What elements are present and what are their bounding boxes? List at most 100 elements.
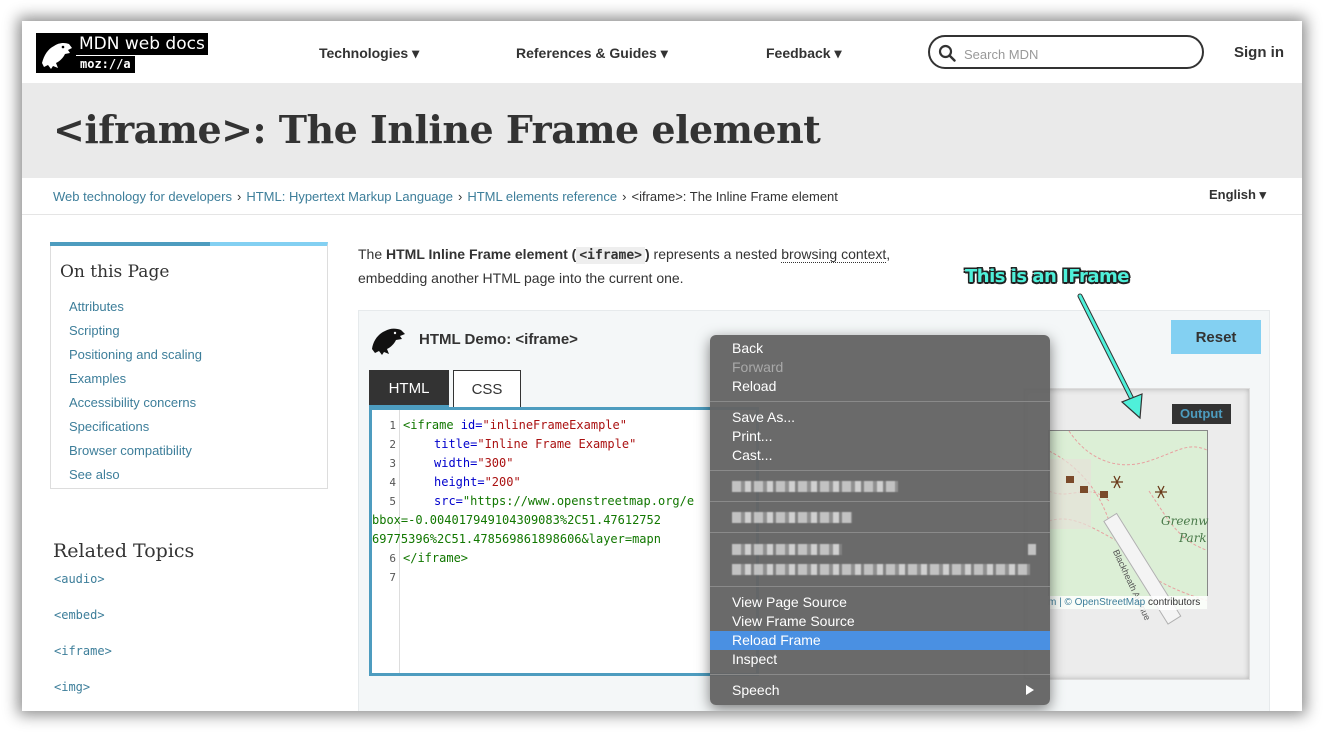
iframe-annotation: This is an IFrame — [965, 266, 1129, 287]
menu-item-blurred[interactable] — [732, 564, 1030, 575]
breadcrumb: Web technology for developers › HTML: Hype… — [53, 189, 838, 204]
related-item-iframe[interactable]: <iframe> — [54, 644, 112, 680]
breadcrumb-link-html[interactable]: HTML: Hypertext Markup Language — [246, 189, 453, 204]
code-line: 5 src="https://www.openstreetmap.org/e — [372, 492, 694, 511]
breadcrumb-separator: › — [457, 189, 463, 204]
code-token: 69775396%2C51.478569861898606&layer=mapn — [372, 532, 661, 546]
related-item-audio[interactable]: <audio> — [54, 572, 112, 608]
toc-item-browser-compat[interactable]: Browser compatibility — [69, 442, 202, 466]
code-line: 6 </iframe> — [372, 549, 694, 568]
breadcrumb-bar: Web technology for developers › HTML: Hype… — [22, 178, 1302, 215]
intro-bold: HTML Inline Frame element ( — [386, 246, 577, 262]
related-topics-heading: Related Topics — [53, 540, 195, 562]
menu-item-save-as[interactable]: Save As... — [710, 408, 1050, 427]
intro-paragraph: The HTML Inline Frame element (<iframe>)… — [358, 243, 918, 290]
menu-separator — [710, 532, 1050, 533]
breadcrumb-separator: › — [236, 189, 242, 204]
toc-item-attributes[interactable]: Attributes — [69, 298, 202, 322]
menu-item-blurred[interactable] — [732, 544, 842, 555]
tab-css[interactable]: CSS — [453, 370, 521, 408]
intro-text: The — [358, 246, 387, 262]
menu-item-reload-frame[interactable]: Reload Frame — [710, 631, 1050, 650]
nav-technologies[interactable]: Technologies ▾ — [319, 45, 419, 62]
dinosaur-logo-icon — [36, 33, 76, 73]
toc-item-specifications[interactable]: Specifications — [69, 418, 202, 442]
menu-item-blurred[interactable] — [732, 481, 898, 492]
menu-item-back[interactable]: Back — [710, 339, 1050, 358]
line-number: 3 — [389, 457, 396, 470]
code-line: 3 width="300" — [372, 454, 694, 473]
breadcrumb-link-web-tech[interactable]: Web technology for developers — [53, 189, 232, 204]
map-park-label: Greenw — [1161, 514, 1209, 528]
code-token: id= — [453, 418, 483, 432]
code-token: <iframe — [403, 418, 454, 432]
menu-item-view-page-source[interactable]: View Page Source — [710, 593, 1050, 612]
sign-in-link[interactable]: Sign in — [1234, 44, 1284, 61]
browsing-context-link[interactable]: browsing context — [781, 246, 887, 263]
menu-separator — [710, 470, 1050, 471]
line-number: 1 — [389, 419, 396, 432]
intro-text: represents a nested — [649, 246, 782, 262]
breadcrumb-link-elements-ref[interactable]: HTML elements reference — [467, 189, 617, 204]
mdn-page: MDN web docs moz://a Technologies ▾ Refe… — [22, 21, 1302, 711]
related-topics-list: <audio> <embed> <iframe> <img> — [54, 572, 112, 711]
code-line: 7 — [372, 568, 694, 587]
tab-html[interactable]: HTML — [369, 370, 449, 408]
menu-item-reload[interactable]: Reload — [710, 377, 1050, 396]
toc-item-scripting[interactable]: Scripting — [69, 322, 202, 346]
code-token: width= — [434, 456, 478, 470]
line-number: 2 — [389, 438, 396, 451]
line-number: 4 — [389, 476, 396, 489]
mdn-logo[interactable]: MDN web docs moz://a — [36, 33, 216, 73]
annotation-arrow-icon — [1077, 293, 1143, 420]
menu-separator — [710, 586, 1050, 587]
toc-item-examples[interactable]: Examples — [69, 370, 202, 394]
menu-item-speech[interactable]: Speech — [710, 681, 1050, 700]
dinosaur-icon — [372, 328, 405, 355]
menu-item-view-frame-source[interactable]: View Frame Source — [710, 612, 1050, 631]
search-input[interactable] — [962, 43, 1196, 65]
code-token: </iframe> — [403, 551, 469, 565]
language-selector[interactable]: English ▾ — [1209, 187, 1266, 203]
menu-separator — [710, 401, 1050, 402]
toc-heading: On this Page — [60, 262, 170, 282]
code-token: bbox=-0.004017949104309083%2C51.47612752 — [372, 513, 661, 527]
openstreetmap-link[interactable]: OpenStreetMap — [1075, 597, 1146, 608]
toc-item-accessibility[interactable]: Accessibility concerns — [69, 394, 202, 418]
context-menu: Back Forward Reload Save As... Print... … — [710, 335, 1050, 705]
search-icon — [938, 44, 956, 62]
reset-button[interactable]: Reset — [1171, 320, 1261, 354]
code-editor[interactable]: 1 <iframe id="inlineFrameExample" 2 title=… — [369, 407, 759, 676]
nav-feedback[interactable]: Feedback ▾ — [766, 45, 842, 62]
code-line: 1 <iframe id="inlineFrameExample" — [372, 416, 694, 435]
code-token: height= — [434, 475, 485, 489]
menu-separator — [710, 501, 1050, 502]
related-item-embed[interactable]: <embed> — [54, 608, 112, 644]
submenu-arrow-icon — [1026, 685, 1034, 695]
intro-text: embedding another HTML page into the cur… — [358, 270, 684, 286]
code-token: "Inline Frame Example" — [477, 437, 637, 451]
code-line: bbox=-0.004017949104309083%2C51.47612752 — [372, 511, 694, 530]
menu-item-blurred — [1028, 544, 1036, 555]
menu-item-inspect[interactable]: Inspect — [710, 650, 1050, 669]
toc-item-see-also[interactable]: See also — [69, 466, 202, 490]
nav-references-guides[interactable]: References & Guides ▾ — [516, 45, 668, 62]
intro-text: , — [886, 246, 891, 262]
code-lines: 1 <iframe id="inlineFrameExample" 2 title=… — [372, 416, 694, 587]
on-this-page-box: On this Page Attributes Scripting Positi… — [50, 242, 328, 489]
menu-item-cast[interactable]: Cast... — [710, 446, 1050, 465]
menu-item-forward: Forward — [732, 359, 784, 375]
code-token: src= — [434, 494, 463, 508]
related-item-img[interactable]: <img> — [54, 680, 112, 711]
page-title: <iframe>: The Inline Frame element — [53, 107, 821, 152]
map-attribution-text: contributors — [1145, 597, 1201, 608]
search-box[interactable] — [928, 35, 1204, 69]
toc-list: Attributes Scripting Positioning and sca… — [69, 298, 202, 490]
menu-item-blurred[interactable] — [732, 512, 852, 523]
site-header: MDN web docs moz://a Technologies ▾ Refe… — [22, 21, 1302, 84]
code-token: "inlineFrameExample" — [482, 418, 627, 432]
code-token: "200" — [484, 475, 521, 489]
menu-item-print[interactable]: Print... — [710, 427, 1050, 446]
toc-item-positioning[interactable]: Positioning and scaling — [69, 346, 202, 370]
logo-mozilla: moz://a — [76, 56, 135, 73]
